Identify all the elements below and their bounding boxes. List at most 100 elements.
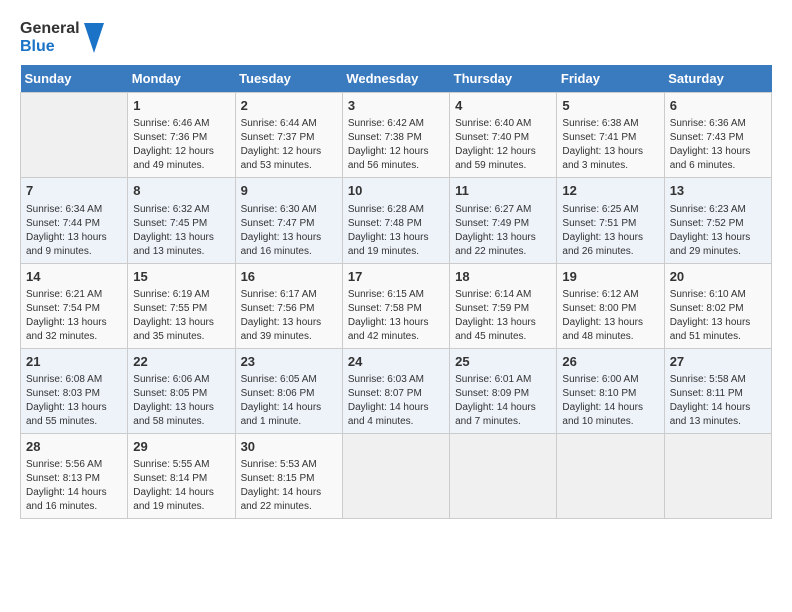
day-info: Sunrise: 6:23 AM Sunset: 7:52 PM Dayligh…	[670, 203, 766, 259]
day-number: 14	[26, 268, 122, 286]
calendar-cell	[557, 433, 664, 518]
calendar-cell	[664, 433, 771, 518]
day-info: Sunrise: 6:38 AM Sunset: 7:41 PM Dayligh…	[562, 117, 658, 173]
calendar-cell: 8 Sunrise: 6:32 AM Sunset: 7:45 PM Daylig…	[128, 178, 235, 263]
day-info: Sunrise: 6:42 AM Sunset: 7:38 PM Dayligh…	[348, 117, 444, 173]
day-info: Sunrise: 6:27 AM Sunset: 7:49 PM Dayligh…	[455, 203, 551, 259]
calendar-cell: 20Sunrise: 6:10 AM Sunset: 8:02 PM Dayli…	[664, 263, 771, 348]
day-number: 25	[455, 353, 551, 371]
day-number: 16	[241, 268, 337, 286]
calendar-cell: 29 Sunrise: 5:55 AM Sunset: 8:14 PM Dayli…	[128, 433, 235, 518]
day-number: 18	[455, 268, 551, 286]
day-info: Sunrise: 6:06 AM Sunset: 8:05 PM Dayligh…	[133, 373, 229, 429]
weekday-header: Thursday	[450, 65, 557, 93]
day-number: 20	[670, 268, 766, 286]
calendar-cell: 14 Sunrise: 6:21 AM Sunset: 7:54 PM Dayli…	[21, 263, 128, 348]
day-number: 4	[455, 97, 551, 115]
day-info: Sunrise: 6:25 AM Sunset: 7:51 PM Dayligh…	[562, 203, 658, 259]
calendar-cell: 28 Sunrise: 5:56 AM Sunset: 8:13 PM Dayli…	[21, 433, 128, 518]
calendar-cell: 19Sunrise: 6:12 AM Sunset: 8:00 PM Dayli…	[557, 263, 664, 348]
day-info: Sunrise: 6:17 AM Sunset: 7:56 PM Dayligh…	[241, 288, 337, 344]
day-number: 15	[133, 268, 229, 286]
calendar-cell: 17 Sunrise: 6:15 AM Sunset: 7:58 PM Dayli…	[342, 263, 449, 348]
day-info: Sunrise: 6:30 AM Sunset: 7:47 PM Dayligh…	[241, 203, 337, 259]
day-number: 17	[348, 268, 444, 286]
weekday-header: Sunday	[21, 65, 128, 93]
calendar-cell: 27 Sunrise: 5:58 AM Sunset: 8:11 PM Dayli…	[664, 348, 771, 433]
day-info: Sunrise: 6:14 AM Sunset: 7:59 PM Dayligh…	[455, 288, 551, 344]
day-number: 26	[562, 353, 658, 371]
weekday-header-row: SundayMondayTuesdayWednesdayThursdayFrid…	[21, 65, 772, 93]
calendar-cell	[450, 433, 557, 518]
day-number: 9	[241, 182, 337, 200]
day-number: 23	[241, 353, 337, 371]
weekday-header: Tuesday	[235, 65, 342, 93]
calendar-cell: 4 Sunrise: 6:40 AM Sunset: 7:40 PM Daylig…	[450, 93, 557, 178]
weekday-header: Friday	[557, 65, 664, 93]
calendar-cell: 30 Sunrise: 5:53 AM Sunset: 8:15 PM Dayli…	[235, 433, 342, 518]
day-number: 21	[26, 353, 122, 371]
day-info: Sunrise: 6:21 AM Sunset: 7:54 PM Dayligh…	[26, 288, 122, 344]
calendar-cell: 9 Sunrise: 6:30 AM Sunset: 7:47 PM Daylig…	[235, 178, 342, 263]
calendar-cell	[342, 433, 449, 518]
header: General Blue	[20, 20, 772, 55]
day-number: 11	[455, 182, 551, 200]
calendar-cell: 15 Sunrise: 6:19 AM Sunset: 7:55 PM Dayli…	[128, 263, 235, 348]
day-info: Sunrise: 6:40 AM Sunset: 7:40 PM Dayligh…	[455, 117, 551, 173]
day-number: 30	[241, 438, 337, 456]
calendar-table: SundayMondayTuesdayWednesdayThursdayFrid…	[20, 65, 772, 519]
calendar-cell: 11 Sunrise: 6:27 AM Sunset: 7:49 PM Dayli…	[450, 178, 557, 263]
calendar-cell	[21, 93, 128, 178]
day-info: Sunrise: 6:00 AM Sunset: 8:10 PM Dayligh…	[562, 373, 658, 429]
day-number: 22	[133, 353, 229, 371]
day-number: 8	[133, 182, 229, 200]
day-info: Sunrise: 6:32 AM Sunset: 7:45 PM Dayligh…	[133, 203, 229, 259]
calendar-cell: 1 Sunrise: 6:46 AM Sunset: 7:36 PM Daylig…	[128, 93, 235, 178]
calendar-cell: 26 Sunrise: 6:00 AM Sunset: 8:10 PM Dayli…	[557, 348, 664, 433]
day-info: Sunrise: 6:08 AM Sunset: 8:03 PM Dayligh…	[26, 373, 122, 429]
day-number: 1	[133, 97, 229, 115]
day-info: Sunrise: 5:56 AM Sunset: 8:13 PM Dayligh…	[26, 458, 122, 514]
calendar-cell: 5 Sunrise: 6:38 AM Sunset: 7:41 PM Daylig…	[557, 93, 664, 178]
day-number: 29	[133, 438, 229, 456]
calendar-cell: 24Sunrise: 6:03 AM Sunset: 8:07 PM Dayli…	[342, 348, 449, 433]
calendar-cell: 6 Sunrise: 6:36 AM Sunset: 7:43 PM Daylig…	[664, 93, 771, 178]
calendar-week-row: 28 Sunrise: 5:56 AM Sunset: 8:13 PM Dayli…	[21, 433, 772, 518]
day-info: Sunrise: 6:28 AM Sunset: 7:48 PM Dayligh…	[348, 203, 444, 259]
day-number: 2	[241, 97, 337, 115]
day-number: 24	[348, 353, 444, 371]
weekday-header: Saturday	[664, 65, 771, 93]
day-number: 5	[562, 97, 658, 115]
day-info: Sunrise: 5:58 AM Sunset: 8:11 PM Dayligh…	[670, 373, 766, 429]
calendar-week-row: 14 Sunrise: 6:21 AM Sunset: 7:54 PM Dayli…	[21, 263, 772, 348]
calendar-cell: 21 Sunrise: 6:08 AM Sunset: 8:03 PM Dayli…	[21, 348, 128, 433]
calendar-week-row: 7 Sunrise: 6:34 AM Sunset: 7:44 PM Daylig…	[21, 178, 772, 263]
day-info: Sunrise: 6:36 AM Sunset: 7:43 PM Dayligh…	[670, 117, 766, 173]
weekday-header: Wednesday	[342, 65, 449, 93]
day-number: 7	[26, 182, 122, 200]
day-number: 10	[348, 182, 444, 200]
calendar-cell: 10 Sunrise: 6:28 AM Sunset: 7:48 PM Dayli…	[342, 178, 449, 263]
day-info: Sunrise: 6:01 AM Sunset: 8:09 PM Dayligh…	[455, 373, 551, 429]
calendar-cell: 18 Sunrise: 6:14 AM Sunset: 7:59 PM Dayli…	[450, 263, 557, 348]
weekday-header: Monday	[128, 65, 235, 93]
calendar-cell: 23 Sunrise: 6:05 AM Sunset: 8:06 PM Dayli…	[235, 348, 342, 433]
day-info: Sunrise: 6:19 AM Sunset: 7:55 PM Dayligh…	[133, 288, 229, 344]
day-number: 28	[26, 438, 122, 456]
day-info: Sunrise: 5:55 AM Sunset: 8:14 PM Dayligh…	[133, 458, 229, 514]
day-info: Sunrise: 6:12 AM Sunset: 8:00 PM Dayligh…	[562, 288, 658, 344]
day-info: Sunrise: 5:53 AM Sunset: 8:15 PM Dayligh…	[241, 458, 337, 514]
day-number: 27	[670, 353, 766, 371]
logo-text: General Blue	[20, 20, 80, 55]
day-info: Sunrise: 6:34 AM Sunset: 7:44 PM Dayligh…	[26, 203, 122, 259]
day-info: Sunrise: 6:44 AM Sunset: 7:37 PM Dayligh…	[241, 117, 337, 173]
calendar-cell: 3Sunrise: 6:42 AM Sunset: 7:38 PM Daylig…	[342, 93, 449, 178]
day-number: 6	[670, 97, 766, 115]
day-info: Sunrise: 6:15 AM Sunset: 7:58 PM Dayligh…	[348, 288, 444, 344]
day-info: Sunrise: 6:05 AM Sunset: 8:06 PM Dayligh…	[241, 373, 337, 429]
calendar-cell: 2 Sunrise: 6:44 AM Sunset: 7:37 PM Daylig…	[235, 93, 342, 178]
calendar-week-row: 21 Sunrise: 6:08 AM Sunset: 8:03 PM Dayli…	[21, 348, 772, 433]
calendar-week-row: 1 Sunrise: 6:46 AM Sunset: 7:36 PM Daylig…	[21, 93, 772, 178]
day-info: Sunrise: 6:46 AM Sunset: 7:36 PM Dayligh…	[133, 117, 229, 173]
calendar-cell: 12Sunrise: 6:25 AM Sunset: 7:51 PM Dayli…	[557, 178, 664, 263]
